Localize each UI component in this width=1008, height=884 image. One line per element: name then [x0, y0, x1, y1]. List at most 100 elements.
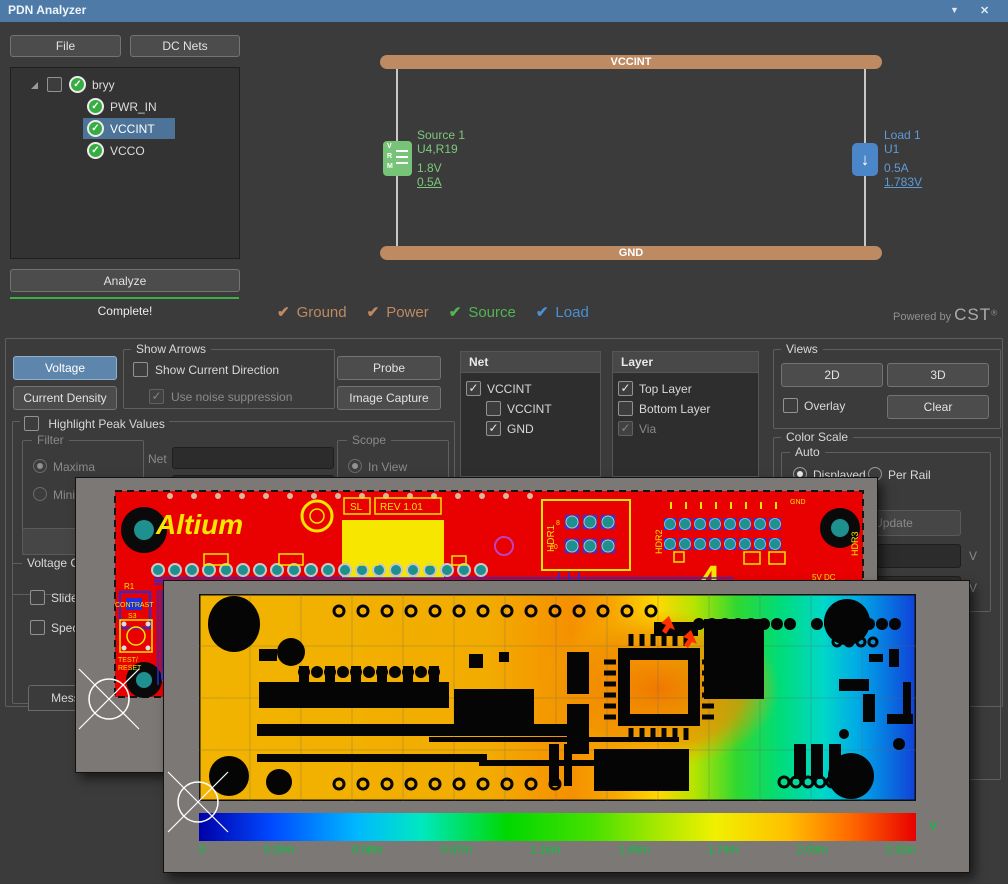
- per-rail-label[interactable]: Per Rail: [888, 468, 931, 482]
- check-icon: ✔: [536, 303, 549, 321]
- source-name[interactable]: Source 1: [417, 128, 465, 142]
- net-vccint-child-label[interactable]: VCCINT: [507, 402, 552, 416]
- maxima-label[interactable]: Maxima: [53, 460, 95, 474]
- highlight-peak-checkbox[interactable]: [24, 416, 39, 431]
- minima-label[interactable]: Mini: [53, 488, 75, 502]
- color-scale-bar: [199, 813, 916, 841]
- net-vccint-parent-label[interactable]: VCCINT: [487, 382, 532, 396]
- load-parts[interactable]: U1: [884, 142, 922, 156]
- voltage-map-image[interactable]: [199, 594, 916, 801]
- top-layer-checkbox[interactable]: ✓: [618, 381, 633, 396]
- color-scale-title: Color Scale: [781, 431, 853, 444]
- noise-suppression-label[interactable]: Use noise suppression: [171, 390, 292, 404]
- source-voltage[interactable]: 1.8V: [417, 161, 465, 175]
- vccint-bus[interactable]: VCCINT: [380, 55, 882, 69]
- collapse-icon[interactable]: ▼: [950, 5, 959, 15]
- current-density-button[interactable]: Current Density: [13, 386, 117, 410]
- expander-icon[interactable]: [31, 82, 38, 89]
- specific-checkbox[interactable]: [30, 620, 45, 635]
- check-icon: ✔: [449, 303, 462, 321]
- voltage-mode-button[interactable]: Voltage: [13, 356, 117, 380]
- source-current[interactable]: 0.5A: [417, 175, 465, 189]
- vrm-letter: M: [387, 163, 393, 170]
- scope-title: Scope: [347, 434, 391, 447]
- show-current-direction-checkbox[interactable]: [133, 362, 148, 377]
- source-info: Source 1 U4,R19 1.8V 0.5A: [417, 128, 465, 189]
- highlight-net-field[interactable]: [172, 447, 334, 469]
- net-gnd-checkbox[interactable]: ✓: [486, 421, 501, 436]
- highlight-peak-row: Highlight Peak Values: [20, 413, 169, 431]
- source-parts[interactable]: U4,R19: [417, 142, 465, 156]
- svg-text:10: 10: [550, 544, 558, 551]
- tree-row-vccint[interactable]: ✓ VCCINT: [11, 118, 239, 140]
- tree-row-bryy[interactable]: ✓ bryy: [11, 74, 239, 96]
- view-2d-button[interactable]: 2D: [781, 363, 883, 387]
- tree-row-pwr-in[interactable]: ✓ PWR_IN: [11, 96, 239, 118]
- load-voltage[interactable]: 1.783V: [884, 175, 922, 189]
- tree-item-label[interactable]: PWR_IN: [110, 100, 157, 114]
- dc-nets-button[interactable]: DC Nets: [130, 35, 240, 57]
- status-ok-icon: ✓: [69, 76, 86, 93]
- minima-radio[interactable]: [33, 487, 47, 501]
- tree-root-checkbox[interactable]: [47, 77, 62, 92]
- scale-tick: 1.45m: [619, 844, 650, 856]
- status-ok-icon: ✓: [87, 120, 104, 137]
- slider-checkbox[interactable]: [30, 590, 45, 605]
- net-tree-panel: ✓ bryy ✓ PWR_IN ✓ VCCINT ✓ VCCO: [10, 67, 240, 259]
- load-name[interactable]: Load 1: [884, 128, 922, 142]
- load-icon[interactable]: ↓: [852, 143, 878, 176]
- gnd-bus[interactable]: GND: [380, 246, 882, 260]
- noise-suppression-checkbox[interactable]: ✓: [149, 389, 164, 404]
- vrm-letter: V: [387, 143, 392, 150]
- probe-button[interactable]: Probe: [337, 356, 441, 380]
- image-capture-button[interactable]: Image Capture: [337, 386, 441, 410]
- top-layer-label[interactable]: Top Layer: [639, 382, 692, 396]
- color-scale-ticks: 0 0.29m 0.58m 0.87m 1.16m 1.45m 1.74m 2.…: [199, 844, 916, 856]
- svg-text:CONTRAST: CONTRAST: [115, 602, 154, 609]
- bottom-layer-label[interactable]: Bottom Layer: [639, 402, 710, 416]
- voltage-map-window[interactable]: V 0 0.29m 0.58m 0.87m 1.16m 1.45m 1.74m …: [163, 580, 970, 873]
- load-current[interactable]: 0.5A: [884, 161, 922, 175]
- in-view-label[interactable]: In View: [368, 460, 407, 474]
- legend-power: ✔ Power: [367, 303, 429, 321]
- via-label[interactable]: Via: [639, 422, 656, 436]
- scale-tick: 0: [199, 844, 205, 856]
- via-checkbox[interactable]: ✓: [618, 421, 633, 436]
- vrm-letter: R: [387, 153, 392, 160]
- overlay-label[interactable]: Overlay: [804, 399, 845, 413]
- scale-tick: 0.87m: [441, 844, 472, 856]
- scale-min-unit: V: [969, 581, 977, 595]
- clear-button[interactable]: Clear: [887, 395, 989, 419]
- svg-text:REV 1.01: REV 1.01: [380, 502, 423, 513]
- powered-by: Powered by CST®: [893, 305, 997, 325]
- analyze-button[interactable]: Analyze: [10, 269, 240, 292]
- highlight-peak-label[interactable]: Highlight Peak Values: [48, 417, 165, 431]
- vrm-bars-icon: [396, 162, 408, 164]
- net-gnd-label[interactable]: GND: [507, 422, 534, 436]
- bottom-layer-checkbox[interactable]: [618, 401, 633, 416]
- scale-tick: 2.32m: [885, 844, 916, 856]
- tree-item-label[interactable]: VCCO: [110, 144, 145, 158]
- show-current-direction-label[interactable]: Show Current Direction: [155, 363, 279, 377]
- in-view-radio[interactable]: [348, 459, 362, 473]
- check-icon: ✔: [367, 303, 380, 321]
- tree-root-label[interactable]: bryy: [92, 78, 115, 92]
- tree-row-vcco[interactable]: ✓ VCCO: [11, 140, 239, 162]
- progress-bar: [10, 297, 239, 299]
- vrm-bars-icon: [396, 156, 408, 158]
- maxima-radio[interactable]: [33, 459, 47, 473]
- net-vccint-parent-checkbox[interactable]: ✓: [466, 381, 481, 396]
- auto-title: Auto: [790, 446, 825, 459]
- overlay-checkbox[interactable]: [783, 398, 798, 413]
- close-icon[interactable]: ✕: [980, 4, 989, 17]
- view-3d-button[interactable]: 3D: [887, 363, 989, 387]
- scale-tick: 0.29m: [263, 844, 294, 856]
- vrm-source-icon[interactable]: V R M: [383, 141, 412, 176]
- legend: ✔ Ground ✔ Power ✔ Source ✔ Load: [277, 303, 589, 321]
- tree-item-label[interactable]: VCCINT: [110, 122, 155, 136]
- title-bar[interactable]: PDN Analyzer ▼ ✕: [0, 0, 1008, 22]
- net-field-label: Net: [148, 452, 167, 466]
- net-vccint-child-checkbox[interactable]: [486, 401, 501, 416]
- scale-max-unit: V: [969, 549, 977, 563]
- file-button[interactable]: File: [10, 35, 121, 57]
